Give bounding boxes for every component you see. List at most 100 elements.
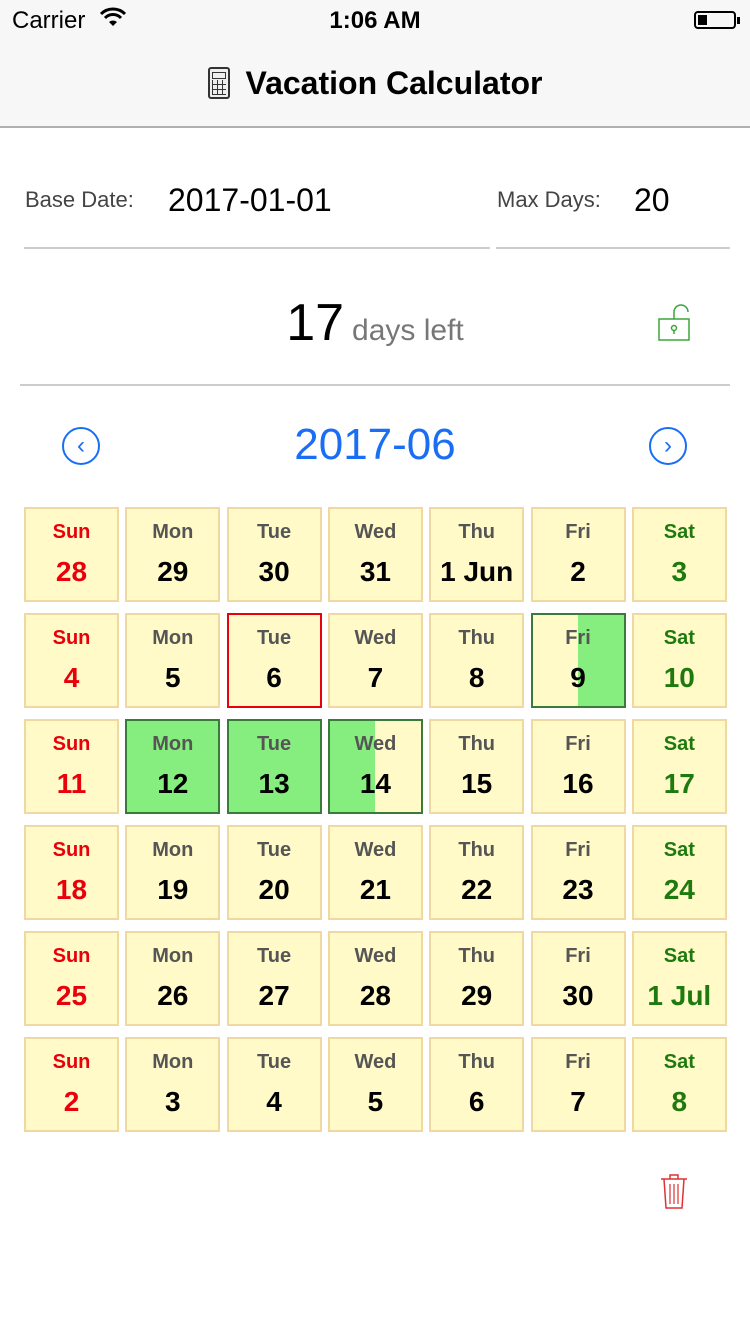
weekday-label: Wed (354, 733, 397, 755)
weekday-label: Wed (354, 521, 397, 543)
calendar-day[interactable]: Tue 27 (226, 931, 322, 1026)
day-number: 4 (63, 662, 80, 693)
divider (20, 384, 730, 386)
calendar-day[interactable]: Tue 30 (226, 507, 322, 602)
calendar-day[interactable]: Fri 16 (530, 719, 626, 814)
weekday-label: Mon (152, 627, 194, 649)
calendar-day[interactable]: Sat 1 Jul (631, 931, 727, 1026)
weekday-label: Mon (152, 733, 194, 755)
calendar-day[interactable]: Sun 18 (24, 825, 119, 920)
day-number: 10 (663, 662, 695, 693)
day-number: 29 (461, 980, 493, 1011)
calendar-day[interactable]: Wed 21 (327, 825, 423, 920)
weekday-label: Tue (257, 521, 292, 543)
weekday-label: Wed (354, 627, 397, 649)
clock: 1:06 AM (329, 7, 421, 34)
calendar-day[interactable]: Wed 28 (327, 931, 423, 1026)
calendar-day[interactable]: Sat 10 (631, 613, 727, 708)
nav-bar: Vacation Calculator (0, 40, 750, 128)
max-days-field[interactable]: 20 (634, 182, 670, 219)
calendar-day[interactable]: Sun 25 (24, 931, 119, 1026)
calendar-day[interactable]: Mon 3 (125, 1037, 221, 1132)
calculator-icon (207, 67, 230, 99)
day-number: 13 (258, 768, 290, 799)
calendar-day[interactable]: Sat 8 (631, 1037, 727, 1132)
calendar-day[interactable]: Wed 7 (327, 613, 423, 708)
calendar-day[interactable]: Sun 11 (24, 719, 119, 814)
weekday-label: Sun (52, 627, 91, 649)
divider (24, 247, 490, 249)
day-number: 12 (157, 768, 189, 799)
day-number: 7 (367, 662, 384, 693)
calendar-day[interactable]: Wed 31 (327, 507, 423, 602)
calendar-day[interactable]: Tue 13 (226, 719, 322, 814)
month-title: 2017-06 (294, 420, 456, 469)
weekday-label: Fri (565, 733, 591, 755)
calendar-day[interactable]: Sat 24 (631, 825, 727, 920)
day-number: 16 (562, 768, 594, 799)
base-date-field[interactable]: 2017-01-01 (168, 182, 332, 219)
max-days-label: Max Days: (497, 187, 601, 212)
calendar-day[interactable]: Mon 5 (125, 613, 221, 708)
calendar-day[interactable]: Thu 29 (429, 931, 525, 1026)
day-number: 2 (570, 556, 586, 587)
weekday-label: Sat (663, 839, 695, 861)
weekday-label: Fri (565, 839, 591, 861)
calendar-day[interactable]: Sun 4 (24, 613, 119, 708)
day-number: 4 (266, 1086, 282, 1117)
days-left-count: 17 (286, 294, 345, 352)
day-number: 3 (165, 1086, 181, 1117)
day-number: 2 (63, 1086, 80, 1117)
trash-icon[interactable] (660, 1172, 688, 1210)
weekday-label: Thu (458, 521, 496, 543)
calendar-day[interactable]: Fri 23 (530, 825, 626, 920)
calendar-day[interactable]: Tue 4 (226, 1037, 322, 1132)
day-number: 30 (562, 980, 594, 1011)
calendar-day[interactable]: Wed 5 (327, 1037, 423, 1132)
weekday-label: Thu (458, 945, 496, 967)
weekday-label: Fri (565, 627, 591, 649)
calendar-day[interactable]: Fri 9 (530, 613, 626, 708)
calendar-day[interactable]: Sat 17 (631, 719, 727, 814)
calendar-day[interactable]: Sat 3 (631, 507, 727, 602)
weekday-label: Thu (458, 627, 496, 649)
weekday-label: Fri (565, 945, 591, 967)
calendar-day[interactable]: Tue 20 (226, 825, 322, 920)
weekday-label: Sun (52, 839, 91, 861)
day-number: 22 (461, 874, 493, 905)
weekday-label: Thu (458, 839, 496, 861)
day-number: 5 (165, 662, 181, 693)
calendar-day[interactable]: Thu 8 (429, 613, 525, 708)
day-number: 25 (55, 980, 88, 1011)
day-number: 17 (663, 768, 695, 799)
calendar-day[interactable]: Thu 6 (429, 1037, 525, 1132)
calendar-day[interactable]: Thu 15 (429, 719, 525, 814)
day-number: 28 (359, 980, 391, 1011)
calendar-day[interactable]: Sun 28 (24, 507, 119, 602)
weekday-label: Tue (257, 1051, 292, 1073)
calendar-day[interactable]: Mon 12 (125, 719, 221, 814)
calendar-day[interactable]: Mon 29 (125, 507, 221, 602)
day-number: 1 Jul (647, 980, 712, 1011)
calendar-day[interactable]: Fri 30 (530, 931, 626, 1026)
divider (496, 247, 730, 249)
calendar-day[interactable]: Fri 7 (530, 1037, 626, 1132)
day-number: 20 (258, 874, 290, 905)
unlocked-icon[interactable] (658, 303, 690, 341)
weekday-label: Sun (52, 1051, 91, 1073)
calendar-day[interactable]: Thu 22 (429, 825, 525, 920)
day-number: 21 (359, 874, 391, 905)
weekday-label: Sat (663, 945, 695, 967)
calendar-day[interactable]: Sun 2 (24, 1037, 119, 1132)
weekday-label: Mon (152, 521, 194, 543)
calendar-day[interactable]: Wed 14 (327, 719, 423, 814)
calendar-day[interactable]: Mon 19 (125, 825, 221, 920)
calendar-day[interactable]: Mon 26 (125, 931, 221, 1026)
calendar-day[interactable]: Fri 2 (530, 507, 626, 602)
calendar-day[interactable]: Thu 1 Jun (429, 507, 525, 602)
calendar-day[interactable]: Tue 6 (226, 613, 322, 708)
day-number: 24 (663, 874, 695, 905)
battery-icon (694, 11, 740, 29)
next-month-button[interactable]: › (649, 427, 687, 465)
day-number: 5 (367, 1086, 384, 1117)
